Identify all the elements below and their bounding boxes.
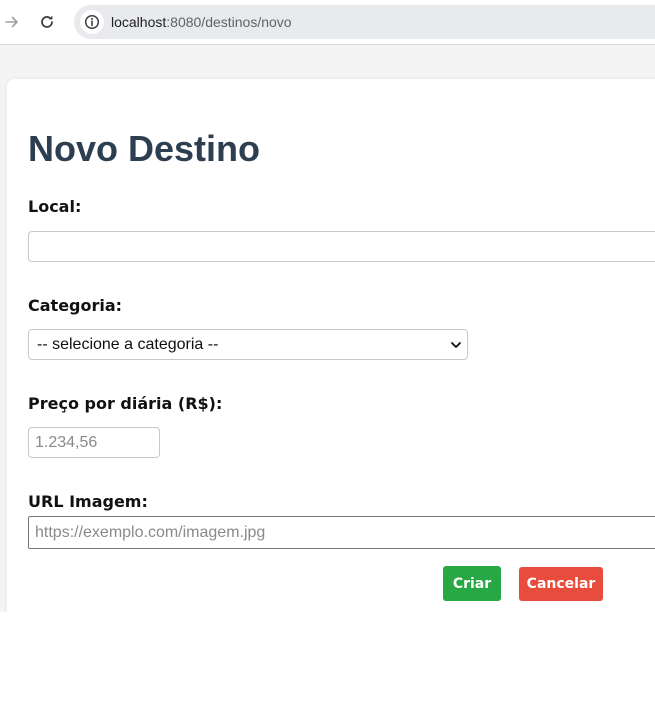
local-input[interactable] — [28, 231, 655, 262]
reload-icon — [41, 15, 53, 28]
imagem-url-input[interactable] — [28, 516, 655, 549]
form-card: Novo Destino Local: Categoria: -- seleci… — [7, 79, 655, 612]
preco-input[interactable] — [28, 427, 160, 458]
chevron-down-icon — [451, 342, 461, 348]
categoria-selected-value: -- selecione a categoria -- — [37, 336, 219, 353]
address-bar[interactable]: localhost:8080/destinos/novo — [74, 5, 655, 39]
categoria-label: Categoria: — [28, 296, 123, 315]
imagem-label: URL Imagem: — [28, 492, 148, 511]
browser-toolbar: localhost:8080/destinos/novo — [0, 0, 655, 45]
site-info-button[interactable] — [80, 10, 104, 34]
address-url[interactable]: localhost:8080/destinos/novo — [111, 14, 292, 30]
preco-label: Preço por diária (R$): — [28, 394, 223, 413]
local-label: Local: — [28, 197, 82, 216]
cancelar-button[interactable]: Cancelar — [519, 567, 603, 601]
criar-button[interactable]: Criar — [443, 566, 501, 601]
page-content: Novo Destino Local: Categoria: -- seleci… — [0, 45, 655, 612]
url-host: localhost — [111, 14, 167, 30]
info-icon — [84, 14, 100, 30]
reload-button[interactable] — [35, 10, 59, 34]
page-title: Novo Destino — [28, 128, 261, 169]
forward-button[interactable] — [0, 10, 24, 34]
categoria-select[interactable]: -- selecione a categoria -- — [28, 329, 468, 360]
url-path: :8080/destinos/novo — [166, 14, 292, 30]
arrow-right-icon — [5, 16, 18, 28]
